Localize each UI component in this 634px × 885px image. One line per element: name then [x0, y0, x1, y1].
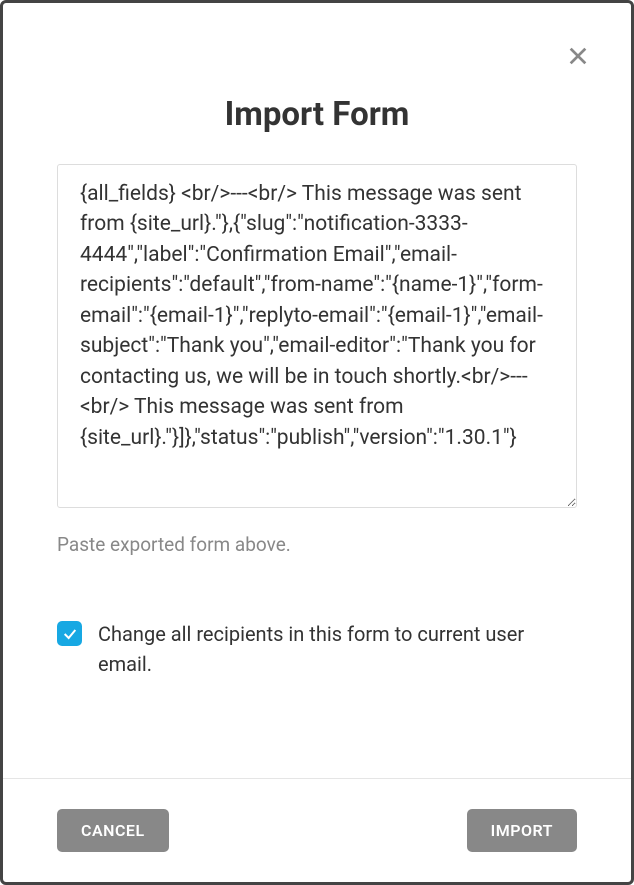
checkbox-row: Change all recipients in this form to cu… — [57, 619, 577, 679]
check-icon — [62, 626, 78, 642]
helper-text: Paste exported form above. — [57, 533, 577, 556]
import-textarea[interactable] — [57, 164, 577, 508]
change-recipients-checkbox[interactable] — [57, 621, 82, 646]
modal-footer: CANCEL IMPORT — [3, 778, 631, 882]
import-form-modal: Import Form Paste exported form above. C… — [0, 0, 634, 885]
close-icon — [567, 45, 589, 67]
modal-title: Import Form — [3, 95, 631, 134]
cancel-button[interactable]: CANCEL — [57, 809, 169, 852]
close-button[interactable] — [563, 41, 593, 71]
checkbox-label[interactable]: Change all recipients in this form to cu… — [98, 619, 577, 679]
modal-content: Paste exported form above. Change all re… — [3, 164, 631, 778]
import-button[interactable]: IMPORT — [467, 809, 577, 852]
